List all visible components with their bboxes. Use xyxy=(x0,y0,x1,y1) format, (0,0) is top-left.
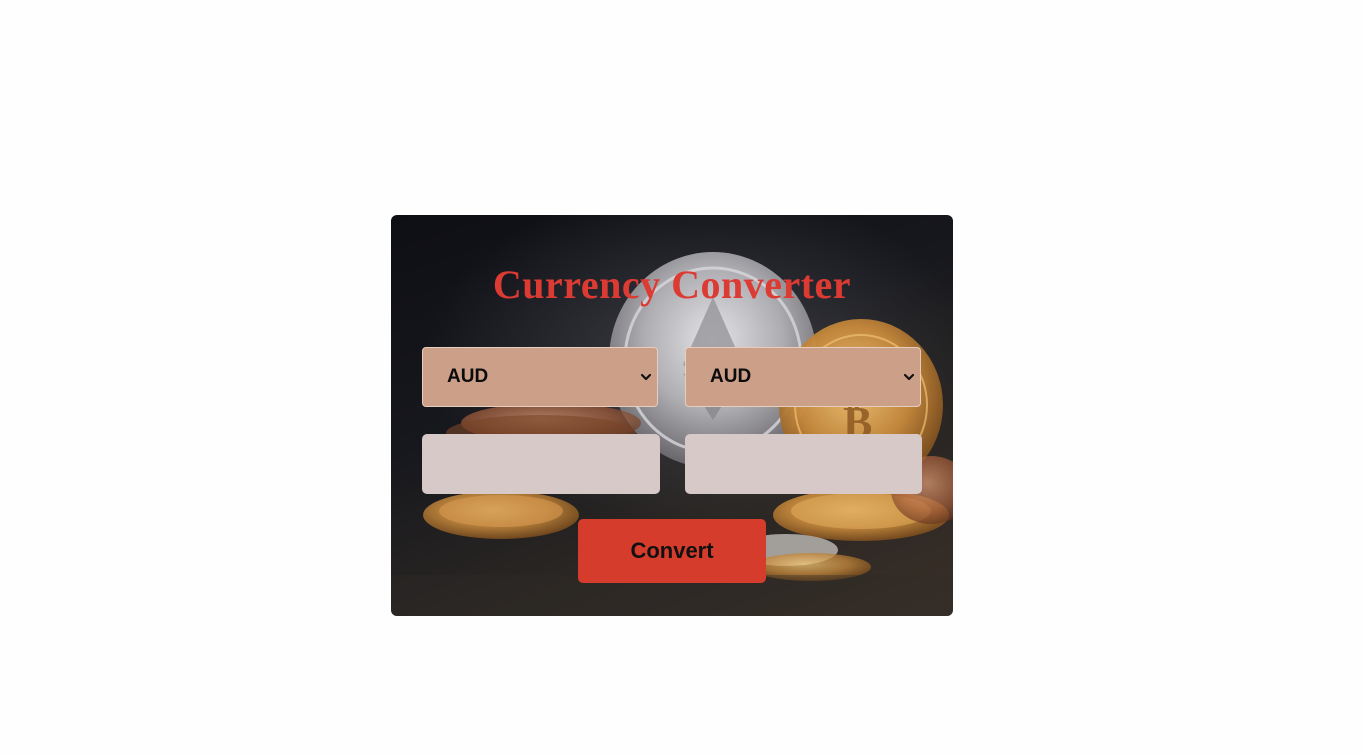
to-currency-value: AUD xyxy=(710,366,752,387)
from-amount-input[interactable] xyxy=(422,434,660,494)
to-currency-select[interactable]: AUD xyxy=(685,347,921,407)
chevron-down-icon xyxy=(903,373,915,381)
from-currency-value: AUD xyxy=(447,366,489,387)
from-currency-select[interactable]: AUD xyxy=(422,347,658,407)
convert-button[interactable]: Convert xyxy=(578,519,766,583)
converter-card: ₿ Currency Converter AUD AUD Convert xyxy=(391,215,953,616)
to-amount-input[interactable] xyxy=(685,434,922,494)
page-title: Currency Converter xyxy=(492,262,852,307)
chevron-down-icon xyxy=(640,373,652,381)
